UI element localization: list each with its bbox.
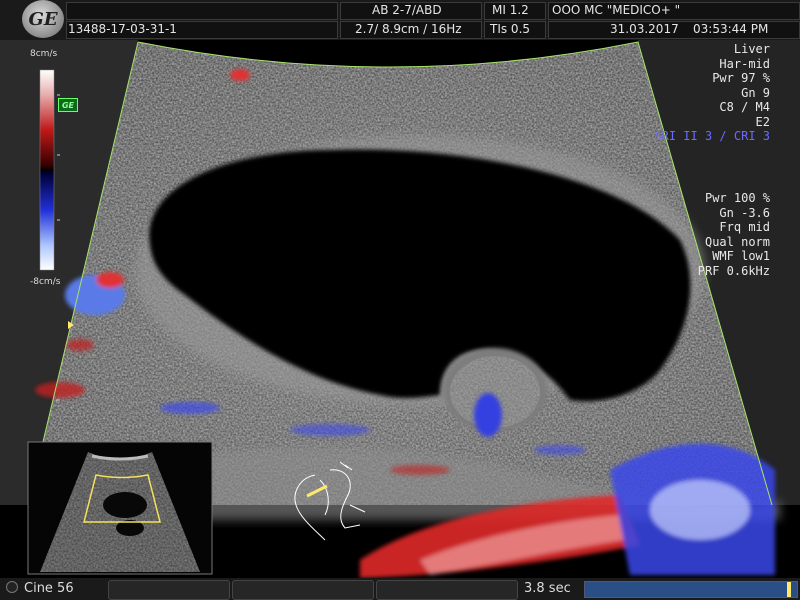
bmode-parameters: Liver Har-mid Pwr 97 % Gn 9 C8 / M4 E2 S… (654, 42, 770, 144)
param-line: Gn -3.6 (719, 205, 770, 220)
param-line: Frq mid (719, 220, 770, 234)
color-velocity-scale (39, 69, 55, 271)
ge-badge: GE (58, 98, 78, 112)
mechanical-index: MI 1.2 (492, 3, 529, 17)
param-line: Liver (733, 42, 770, 56)
softkey-3[interactable] (376, 580, 518, 600)
depth-frequency: 2.7/ 8.9cm / 16Hz (355, 22, 462, 36)
ge-logo: GE (22, 0, 64, 38)
cine-bar: Cine 56 3.8 sec (0, 578, 800, 600)
thermal-index: TIs 0.5 (490, 22, 531, 36)
header-box-left (66, 2, 338, 20)
param-line: Pwr 100 % (704, 191, 770, 205)
cine-label: Cine 56 (6, 581, 74, 596)
patient-id: 13488-17-03-31-1 (68, 22, 177, 36)
param-line: Qual norm (704, 234, 770, 249)
reference-thumbnail (27, 441, 213, 575)
institution: OOO MC "MEDICO+ " (552, 3, 681, 17)
velocity-min-label: -8cm/s (30, 277, 61, 287)
sri-cri-label: SRI II 3 / CRI 3 (654, 129, 770, 143)
cine-indicator-icon (6, 581, 18, 593)
probe-preset: AB 2-7/ABD (372, 3, 442, 17)
param-line: PRF 0.6kHz (697, 263, 770, 278)
velocity-max-label: 8cm/s (30, 49, 58, 59)
param-line: Gn 9 (741, 85, 770, 100)
param-line: WMF low1 (712, 249, 770, 263)
param-line: E2 (755, 114, 770, 129)
cine-progress-bar[interactable] (584, 581, 798, 598)
cine-duration: 3.8 sec (524, 581, 571, 596)
exam-date: 31.03.2017 (610, 22, 679, 36)
cine-position-marker[interactable] (786, 582, 791, 597)
ultrasound-image-area: 8cm/s -8cm/s GE Liver Har-mid Pwr 97 % G… (0, 40, 800, 578)
softkey-1[interactable] (108, 580, 230, 600)
softkey-2[interactable] (232, 580, 374, 600)
exam-time: 03:53:44 PM (693, 22, 769, 36)
param-line: C8 / M4 (719, 100, 770, 114)
param-line: Pwr 97 % (712, 71, 770, 85)
header-bar: GE AB 2-7/ABD MI 1.2 OOO MC "MEDICO+ " 1… (0, 0, 800, 40)
color-parameters: Pwr 100 % Gn -3.6 Frq mid Qual norm WMF … (698, 191, 770, 278)
param-line: Har-mid (719, 56, 770, 71)
